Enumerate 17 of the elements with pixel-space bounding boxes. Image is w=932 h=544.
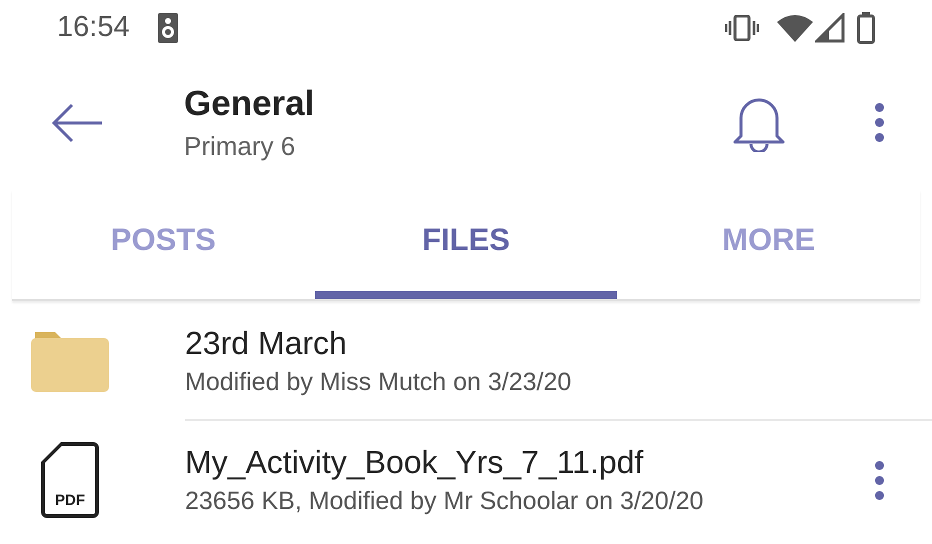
channel-title: General xyxy=(184,83,316,126)
vibrate-icon xyxy=(725,14,759,40)
folder-icon xyxy=(31,332,109,392)
status-time: 16:54 xyxy=(57,10,130,45)
file-name: 23rd March xyxy=(185,324,348,364)
tab[interactable]: FILES xyxy=(314,190,618,299)
tab[interactable]: MORE xyxy=(617,190,920,299)
tab[interactable]: POSTS xyxy=(12,190,315,299)
speaker-icon xyxy=(158,12,178,42)
team-name: Primary 6 xyxy=(184,130,296,163)
wifi-icon xyxy=(777,14,813,42)
file-details: 23656 KB, Modified by Mr Schoolar on 3/20/20 xyxy=(185,486,704,518)
file-details: Modified by Miss Mutch on 3/23/20 xyxy=(185,367,572,398)
file-name: My_Activity_Book_Yrs_7_11.pdf xyxy=(185,443,644,482)
battery-icon xyxy=(857,12,875,44)
signal-icon xyxy=(815,12,845,42)
pdf-file-icon: PDF xyxy=(41,442,99,518)
